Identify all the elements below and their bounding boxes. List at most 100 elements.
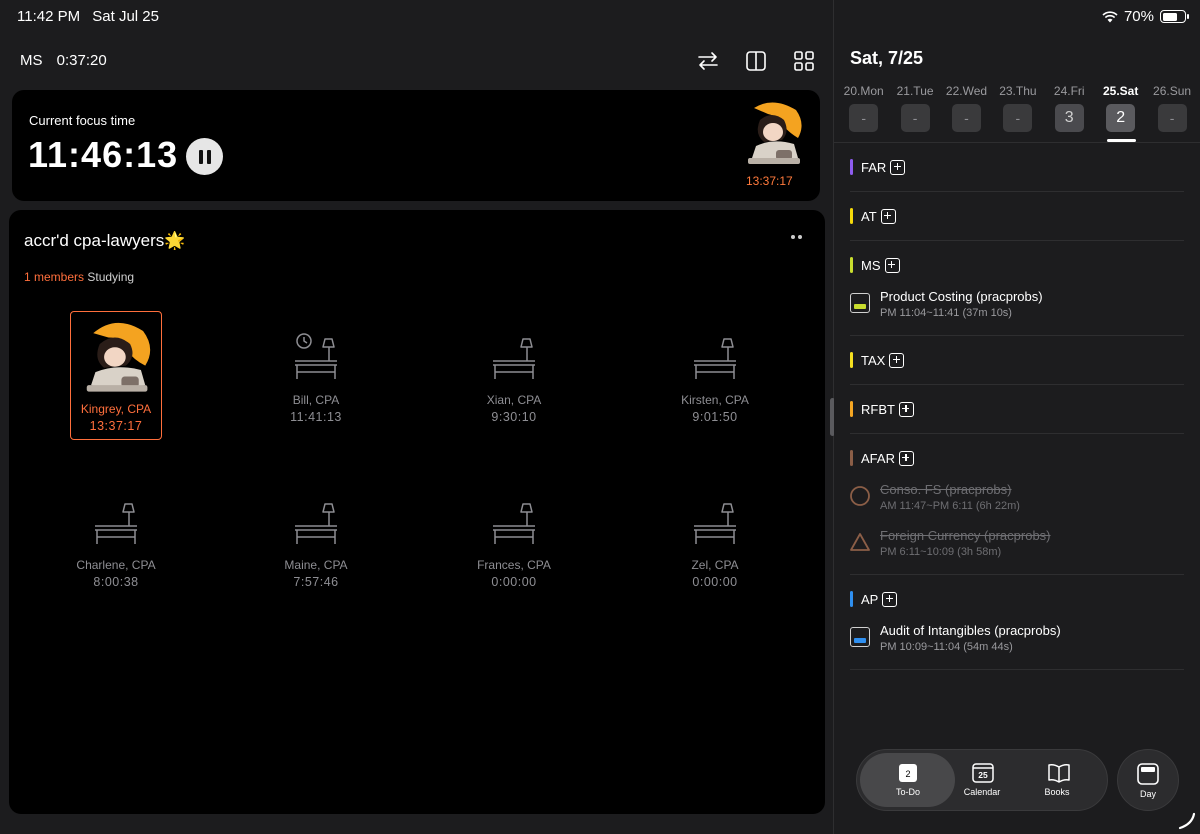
members-summary: 1 members Studying [24,270,135,284]
task-time: PM 6:11~10:09 (3h 58m) [880,546,1002,558]
member-time: 9:30:10 [491,410,537,424]
battery-icon [1160,10,1189,23]
task-item[interactable]: Foreign Currency (pracprobs) PM 6:11~10:… [850,528,1184,574]
add-task-icon[interactable] [890,159,906,175]
add-task-icon[interactable] [884,257,900,273]
day-26-sun[interactable]: 26.Sun - [1146,84,1197,132]
subject-header: FAR [850,143,1184,191]
task-item[interactable]: Conso. FS (pracprobs) AM 11:47~PM 6:11 (… [850,482,1184,528]
pause-button[interactable] [186,138,223,175]
day-25-sat[interactable]: 25.Sat 2 [1095,84,1146,132]
desk-clock-icon [295,333,337,379]
member-name: Kingrey, CPA [80,402,152,416]
focus-timer: 11:46:13 [28,134,179,175]
triangle-icon[interactable] [850,532,870,552]
member-bill[interactable]: Bill, CPA 11:41:13 [270,333,362,424]
day-21-tue[interactable]: 21.Tue - [889,84,940,132]
selected-date: Sat, 7/25 [850,48,924,68]
focus-pane: 11:42 PM Sat Jul 25 MS 0:37:20 Current f… [0,0,833,834]
day-24-fri[interactable]: 24.Fri 3 [1044,84,1095,132]
member-name: Xian, CPA [486,393,542,407]
calendar-icon: 25 [972,763,994,783]
subject-name: AFAR [861,450,895,466]
member-frances[interactable]: Frances, CPA 0:00:00 [468,498,560,589]
star-icon: 🌟 [164,231,186,250]
subject-header: MS [850,241,1184,289]
day-count: - [1003,104,1033,132]
subject-color-bar [850,352,853,368]
status-bar-clock: 11:42 PM Sat Jul 25 [17,8,167,25]
task-title: Conso. FS (pracprobs) [880,482,1012,497]
member-xian[interactable]: Xian, CPA 9:30:10 [468,333,560,424]
task-progress-icon[interactable] [850,627,870,647]
subject-elapsed: 0:37:20 [56,52,107,69]
subject-name: FAR [861,159,887,175]
member-name: Charlene, CPA [76,558,156,572]
day-label: 22.Wed [945,84,988,98]
add-task-icon[interactable] [880,208,896,224]
subject-rfbt: RFBT [850,385,1184,434]
grid-view-icon[interactable] [792,49,816,73]
focus-card: Current focus time 11:46:13 13:37:17 [12,90,820,201]
subject-name: AT [861,208,877,224]
subject-far: FAR [850,143,1184,192]
member-time: 9:01:50 [692,410,738,424]
subject-color-bar [850,450,853,466]
swap-icon[interactable] [696,49,720,73]
task-time: AM 11:47~PM 6:11 (6h 22m) [880,500,1020,512]
day-label: 26.Sun [1153,84,1192,98]
status-date: Sat Jul 25 [92,8,159,25]
day-count: - [1157,104,1187,132]
desk-icon [95,503,137,544]
task-time: PM 10:09~11:04 (54m 44s) [880,641,1013,653]
planner-pane: 70% Sat, 7/25 20.Mon -21.Tue -22.Wed -23… [834,0,1200,834]
tab-books[interactable]: Books [1022,763,1092,797]
member-charlene[interactable]: Charlene, CPA 8:00:38 [70,498,162,589]
subject-afar: AFAR Conso. FS (pracprobs) AM 11:47~PM 6… [850,434,1184,575]
subject-name: MS [861,257,881,273]
circle-icon[interactable] [850,486,870,506]
add-task-icon[interactable] [889,352,905,368]
day-count: - [849,104,879,132]
task-item[interactable]: Product Costing (pracprobs) PM 11:04~11:… [850,289,1184,335]
split-view-icon[interactable] [744,49,768,73]
day-label: 24.Fri [1053,84,1085,98]
add-task-icon[interactable] [882,591,898,607]
book-icon [1047,763,1070,783]
avatar [748,102,802,164]
member-kingrey[interactable]: Kingrey, CPA 13:37:17 [70,311,162,440]
subject-list: FAR AT MS Product Costing (pracprobs) PM… [850,143,1184,670]
member-zel[interactable]: Zel, CPA 0:00:00 [669,498,761,589]
member-name: Kirsten, CPA [681,393,749,407]
current-subject: MS 0:37:20 [20,52,117,69]
day-22-wed[interactable]: 22.Wed - [941,84,992,132]
day-label: 23.Thu [999,84,1037,98]
day-count: - [900,104,930,132]
task-progress-icon[interactable] [850,293,870,313]
subject-header: AFAR [850,434,1184,482]
member-name: Maine, CPA [284,558,348,572]
focus-label: Current focus time [29,113,136,128]
member-maine[interactable]: Maine, CPA 7:57:46 [270,498,362,589]
svg-text:25: 25 [978,770,988,780]
resize-corner-icon[interactable] [1178,812,1196,830]
member-time: 0:00:00 [491,575,537,589]
add-task-icon[interactable] [898,401,914,417]
day-view-button[interactable]: Day [1117,749,1179,811]
member-time: 8:00:38 [93,575,139,589]
subject-color-bar [850,257,853,273]
more-options-icon[interactable] [791,235,802,239]
subject-ap: AP Audit of Intangibles (pracprobs) PM 1… [850,575,1184,670]
task-item[interactable]: Audit of Intangibles (pracprobs) PM 10:0… [850,623,1184,669]
tab-todo[interactable]: 2 To-Do [873,763,943,797]
tab-calendar[interactable]: 25 Calendar [947,763,1017,797]
member-name: Frances, CPA [477,558,551,572]
desk-icon [694,503,736,544]
day-23-thu[interactable]: 23.Thu - [992,84,1043,132]
member-kirsten[interactable]: Kirsten, CPA 9:01:50 [669,333,761,424]
day-count: 2 [1106,104,1136,132]
svg-text:2: 2 [905,769,910,779]
member-time: 7:57:46 [293,575,339,589]
day-20-mon[interactable]: 20.Mon - [838,84,889,132]
add-task-icon[interactable] [898,450,914,466]
